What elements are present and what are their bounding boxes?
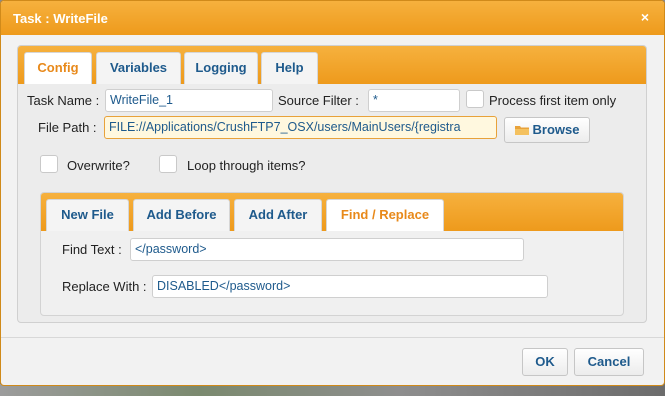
tab-add-before[interactable]: Add Before <box>133 199 230 231</box>
content-panel: New File Add Before Add After Find / Rep… <box>40 192 624 316</box>
browse-label: Browse <box>532 122 580 137</box>
file-path-label: File Path : <box>38 120 97 135</box>
tab-find-replace[interactable]: Find / Replace <box>326 199 444 231</box>
task-dialog: Task : WriteFile × Config Variables Logg… <box>0 0 665 386</box>
overwrite-label: Overwrite? <box>67 158 130 173</box>
tab-new-file[interactable]: New File <box>46 199 129 231</box>
close-icon[interactable]: × <box>638 10 652 24</box>
footer-divider <box>1 337 664 338</box>
find-text-label: Find Text : <box>62 242 122 257</box>
source-filter-input[interactable]: * <box>368 89 460 112</box>
title-bar: Task : WriteFile × <box>1 1 664 35</box>
file-path-input[interactable]: FILE://Applications/CrushFTP7_OSX/users/… <box>104 116 497 139</box>
browse-button[interactable]: Browse <box>504 117 590 143</box>
folder-icon <box>514 126 529 135</box>
tab-variables[interactable]: Variables <box>96 52 181 84</box>
tab-add-after[interactable]: Add After <box>234 199 322 231</box>
tab-logging[interactable]: Logging <box>184 52 258 84</box>
config-panel: Config Variables Logging Help Task Name … <box>17 45 647 323</box>
process-first-label: Process first item only <box>489 93 617 108</box>
tab-config[interactable]: Config <box>24 52 92 84</box>
ok-button[interactable]: OK <box>522 348 568 376</box>
cancel-button[interactable]: Cancel <box>574 348 644 376</box>
task-name-label: Task Name : <box>27 93 100 108</box>
replace-with-label: Replace With : <box>62 279 147 294</box>
loop-items-label: Loop through items? <box>187 158 306 173</box>
main-tab-bar: Config Variables Logging Help <box>18 46 646 84</box>
dialog-title: Task : WriteFile <box>13 11 108 26</box>
tab-help[interactable]: Help <box>261 52 318 84</box>
loop-items-checkbox[interactable] <box>159 155 177 173</box>
overwrite-checkbox[interactable] <box>40 155 58 173</box>
task-name-input[interactable]: WriteFile_1 <box>105 89 273 112</box>
source-filter-label: Source Filter : <box>278 93 359 108</box>
process-first-checkbox[interactable] <box>466 90 484 108</box>
content-tab-bar: New File Add Before Add After Find / Rep… <box>41 193 623 231</box>
find-text-input[interactable]: </password> <box>130 238 524 261</box>
replace-with-input[interactable]: DISABLED</password> <box>152 275 548 298</box>
